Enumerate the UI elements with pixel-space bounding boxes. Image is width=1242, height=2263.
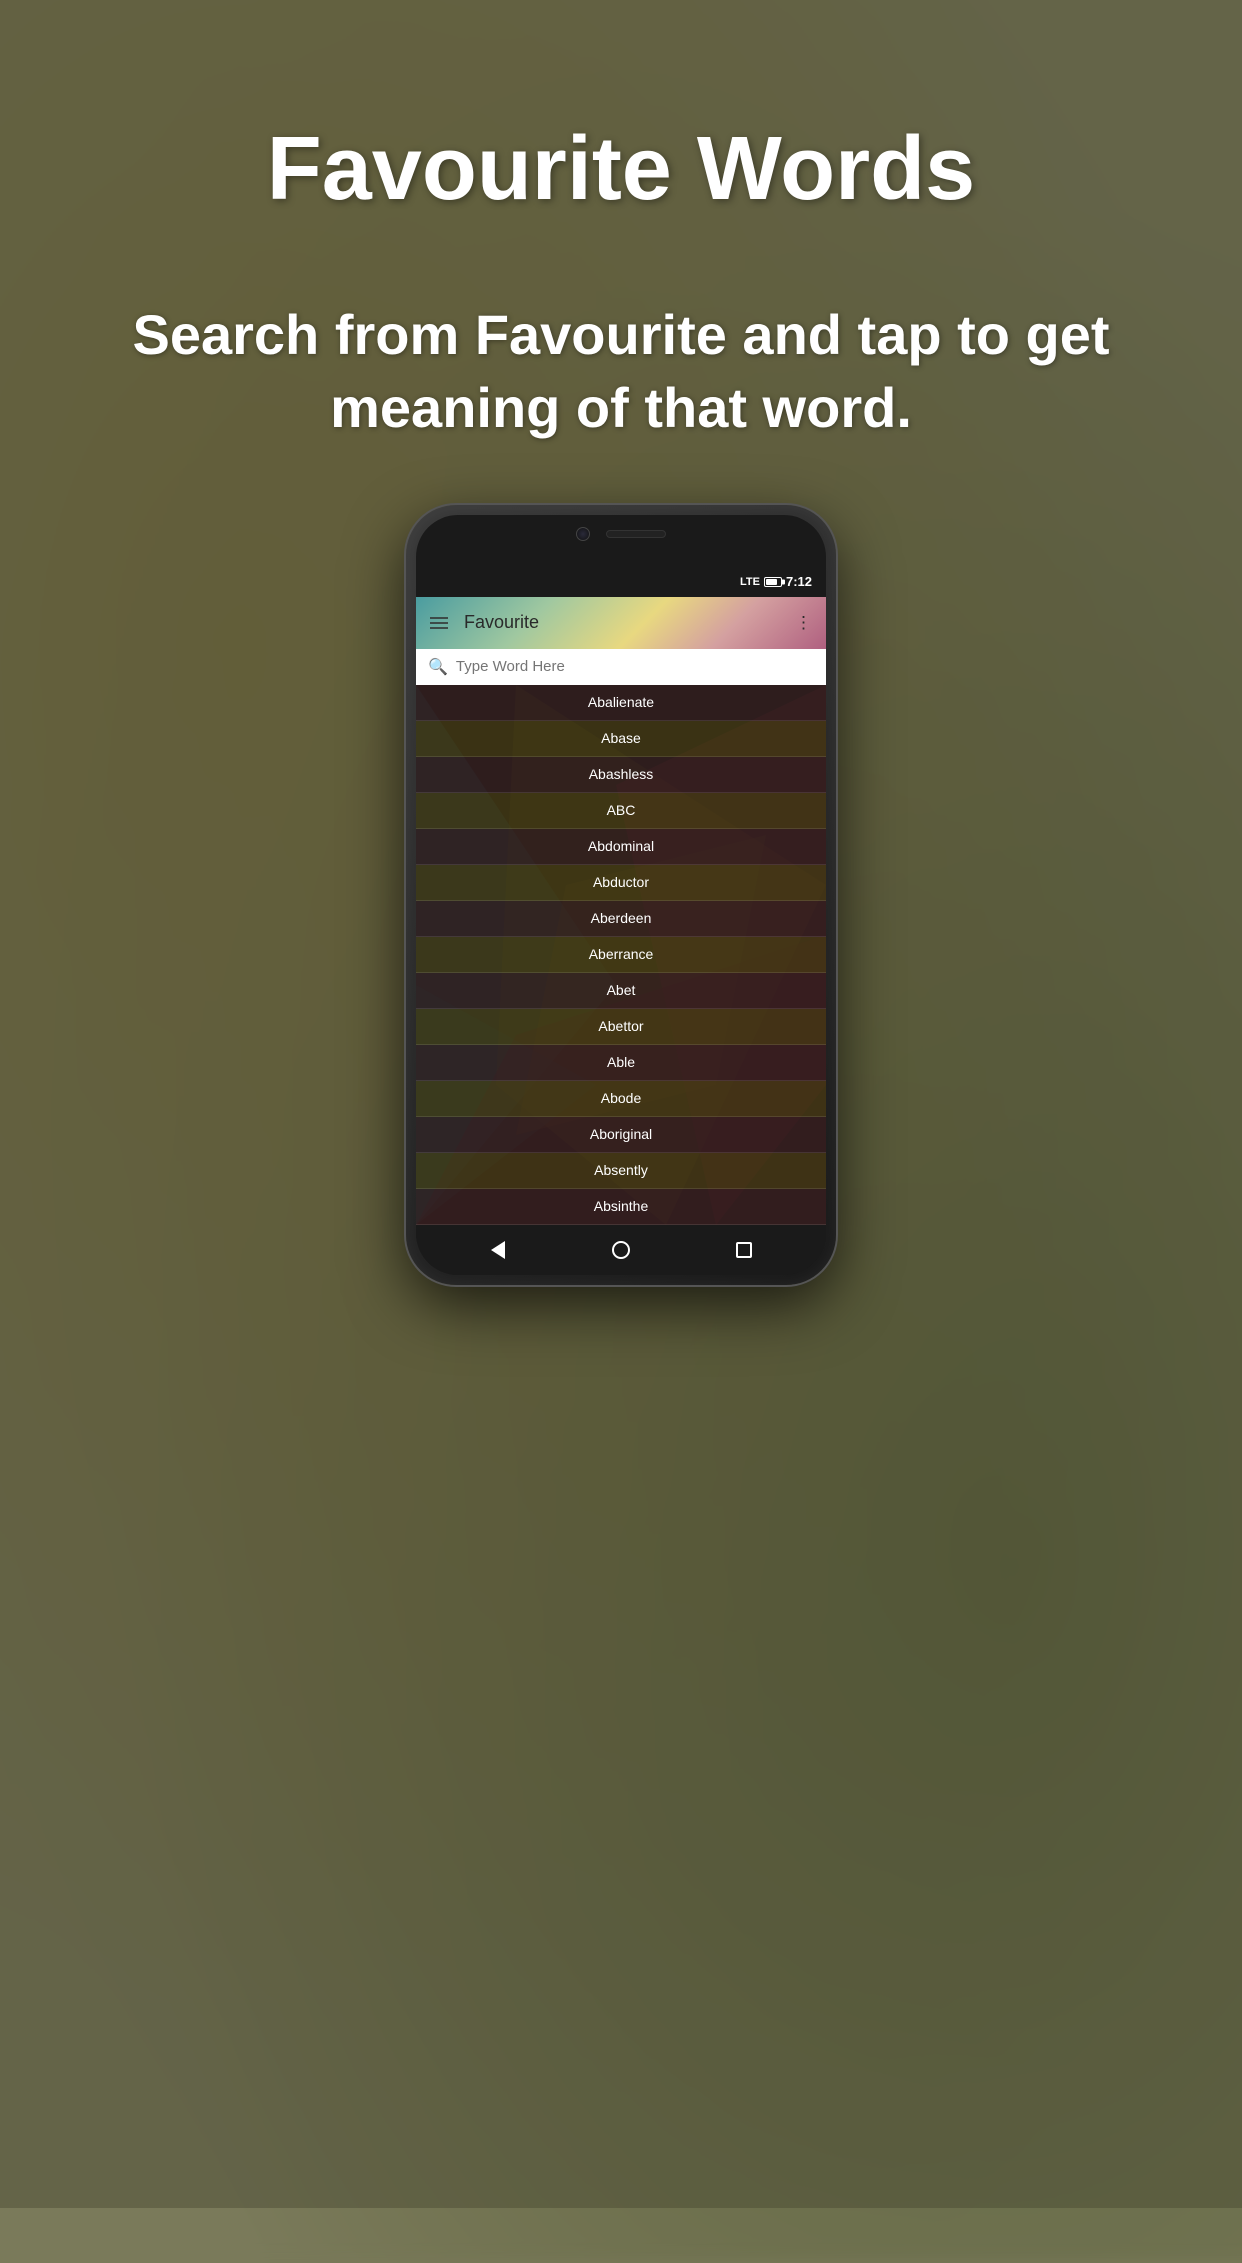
word-label: Aberdeen [591, 910, 652, 926]
recent-icon [736, 1242, 752, 1258]
lte-indicator: LTE [740, 576, 760, 588]
back-icon [491, 1241, 505, 1259]
list-item[interactable]: Abettor [416, 1009, 826, 1045]
search-bar[interactable]: 🔍 [416, 649, 826, 685]
page-title: Favourite Words [267, 120, 975, 219]
word-label: Aberrance [589, 946, 654, 962]
list-item[interactable]: Able [416, 1045, 826, 1081]
word-list-container: Abalienate Abase Abashless ABC Abdominal Abdu… [416, 685, 826, 1225]
word-label: Abode [601, 1090, 641, 1106]
speaker [606, 530, 666, 538]
phone-top-decoration [576, 527, 666, 541]
recent-button[interactable] [726, 1232, 762, 1268]
status-bar: LTE 7:12 [416, 567, 826, 597]
back-button[interactable] [480, 1232, 516, 1268]
list-item[interactable]: Abashless [416, 757, 826, 793]
word-label: Abase [601, 730, 641, 746]
app-toolbar: Favourite ⋮ [416, 597, 826, 649]
list-item[interactable]: Aberrance [416, 937, 826, 973]
word-label: Aboriginal [590, 1126, 652, 1142]
word-label: Abashless [589, 766, 654, 782]
search-icon: 🔍 [428, 657, 448, 677]
list-item[interactable]: Absently [416, 1153, 826, 1189]
list-item[interactable]: Abductor [416, 865, 826, 901]
list-item[interactable]: Aboriginal [416, 1117, 826, 1153]
home-icon [612, 1241, 630, 1259]
list-item[interactable]: Abalienate [416, 685, 826, 721]
share-icon[interactable]: ⋮ [795, 613, 812, 633]
camera [576, 527, 590, 541]
toolbar-title: Favourite [464, 612, 795, 633]
list-item[interactable]: ABC [416, 793, 826, 829]
time-display: 7:12 [786, 574, 812, 589]
list-item[interactable]: Abase [416, 721, 826, 757]
list-item[interactable]: Abdominal [416, 829, 826, 865]
menu-icon[interactable] [430, 617, 448, 629]
list-item[interactable]: Absinthe [416, 1189, 826, 1225]
word-label: Absinthe [594, 1198, 648, 1214]
list-item[interactable]: Abode [416, 1081, 826, 1117]
navigation-bar [416, 1225, 826, 1275]
word-list: Abalienate Abase Abashless ABC Abdominal Abdu… [416, 685, 826, 1225]
home-button[interactable] [603, 1232, 639, 1268]
word-label: Abductor [593, 874, 649, 890]
phone-mockup: LTE 7:12 [406, 505, 836, 1285]
word-label: ABC [607, 802, 636, 818]
word-label: Able [607, 1054, 635, 1070]
search-input[interactable] [456, 658, 814, 675]
word-label: Abalienate [588, 694, 654, 710]
list-item[interactable]: Abet [416, 973, 826, 1009]
word-label: Abettor [598, 1018, 643, 1034]
list-item[interactable]: Aberdeen [416, 901, 826, 937]
word-label: Abet [607, 982, 636, 998]
word-label: Absently [594, 1162, 648, 1178]
page-subtitle: Search from Favourite and tap to get mea… [0, 299, 1242, 445]
word-label: Abdominal [588, 838, 654, 854]
battery-icon [764, 577, 782, 587]
